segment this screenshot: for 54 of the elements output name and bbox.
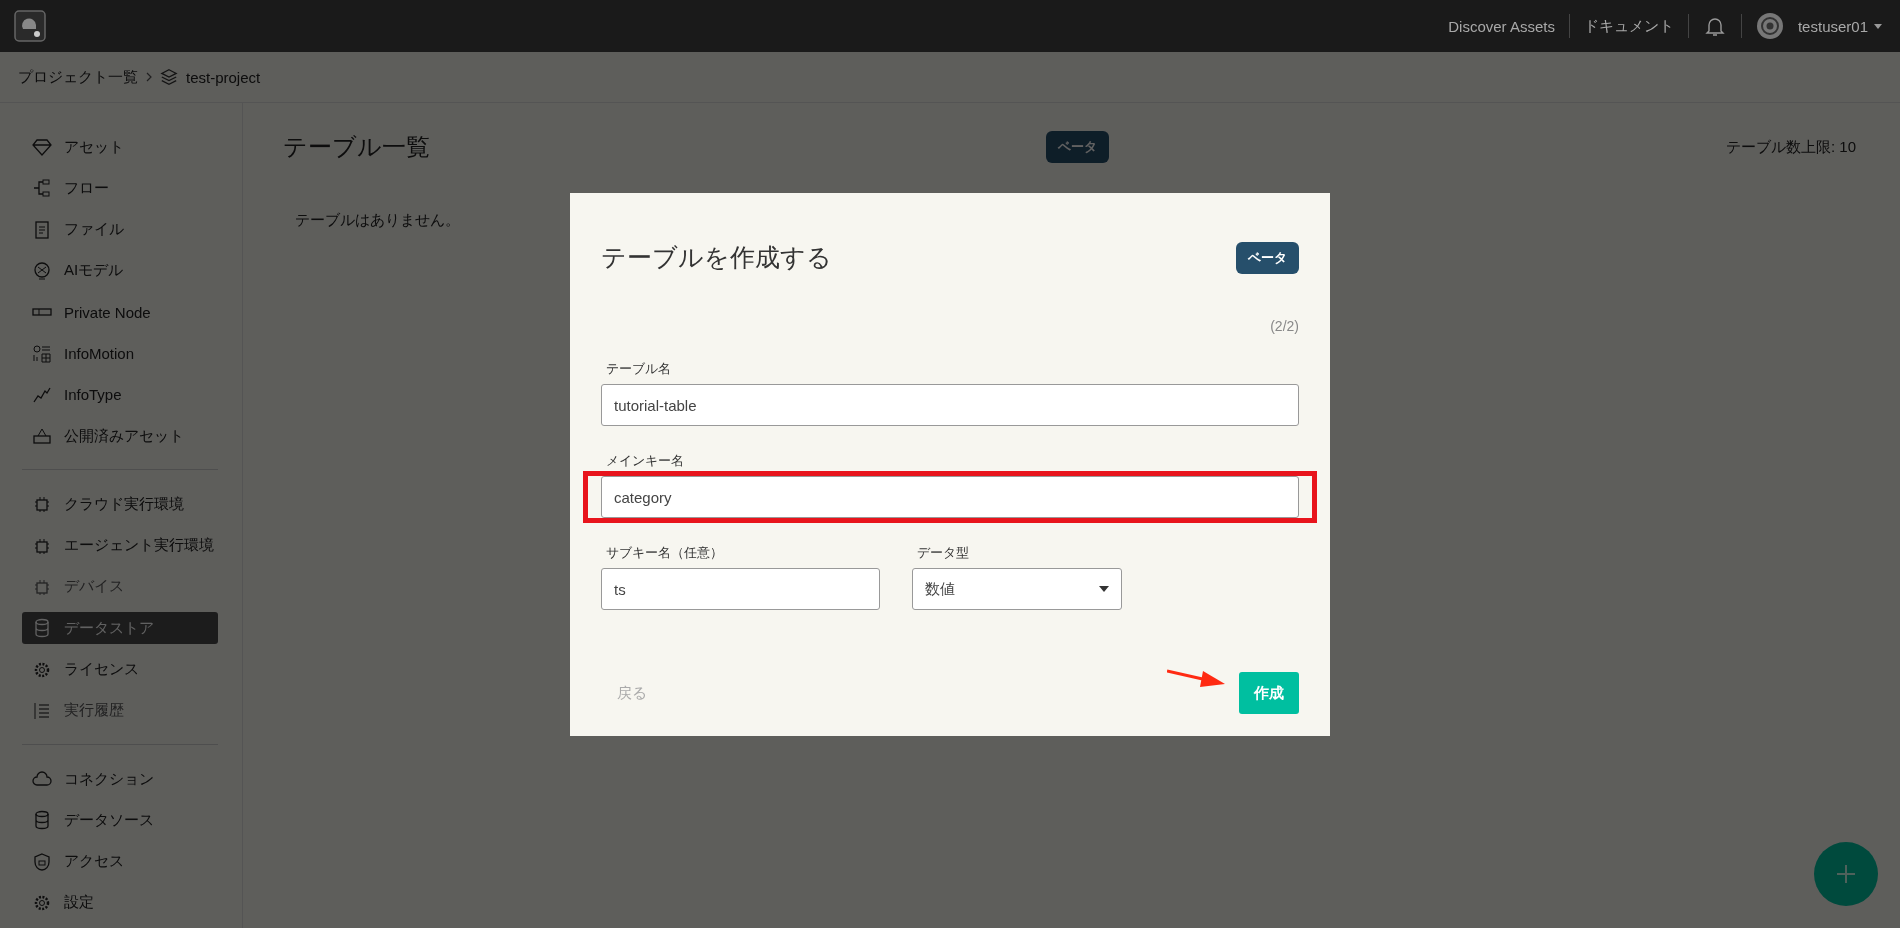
input-field[interactable]: ts [601,568,880,610]
document-icon [32,219,52,240]
chevron-icon [146,72,152,82]
caret-icon [1099,586,1109,592]
sidebar-item[interactable]: InfoMotion [22,337,218,370]
page-title: テーブル一覧 [283,132,430,162]
field-label: データ型 [917,544,970,562]
nav-link[interactable]: Discover Assets [1448,17,1555,35]
sidebar-item[interactable]: アクセス [22,845,218,878]
sidebar-item[interactable]: クラウド実行環境 [22,488,218,521]
plus-icon [1836,864,1856,884]
beta-badge: ベータ [1046,131,1110,163]
breadcrumb-link[interactable]: プロジェクト一覧 [18,67,138,87]
sidebar-item[interactable]: Private Node [22,296,218,329]
breadcrumb-link[interactable]: test-project [186,68,261,86]
box-icon [32,426,52,447]
sidebar-item[interactable]: 設定 [22,886,218,920]
sidebar-item[interactable]: コネクション [22,762,218,796]
sidebar-item[interactable]: データストア [22,612,218,645]
table-limit-text: テーブル数上限: 10 [1725,137,1856,157]
sidebar-item[interactable]: データソース [22,804,218,837]
nav-link[interactable]: ドキュメント [1583,16,1674,36]
input-field[interactable]: tutorial-table [601,384,1299,426]
create-button[interactable]: 作成 [1239,672,1299,714]
database-icon [32,618,52,639]
sidebar-item[interactable]: エージェント実行環境 [22,529,218,562]
shield-icon [32,851,52,872]
user-menu[interactable]: testuser01 [1797,17,1882,35]
data-type-dropdown[interactable]: 数値 [912,568,1122,610]
sidebar-item[interactable]: ファイル [22,213,218,246]
step-indicator: (2/2) [1269,318,1299,334]
input-field[interactable]: category [601,476,1299,518]
beta-badge: ベータ [1236,241,1299,274]
diamond-icon [32,137,52,158]
database-icon [32,810,52,831]
layers-icon [160,68,178,86]
field-label: テーブル名 [606,360,672,378]
chip-icon [32,494,52,515]
dialog-title: テーブルを作成する [601,242,832,273]
empty-message: テーブルはありません。 [295,211,461,230]
sidebar-item[interactable]: 公開済みアセット [22,419,218,453]
logo-icon[interactable] [14,10,46,42]
avatar-icon[interactable] [1755,12,1784,40]
sidebar-item[interactable]: アセット [22,131,218,164]
list-icon [32,700,52,721]
sidebar-item[interactable]: ライセンス [22,653,218,686]
grid-icon [32,343,52,364]
field-label: サブキー名（任意） [606,544,724,562]
sidebar-item[interactable]: InfoType [22,378,218,411]
nodes-icon [32,178,52,199]
sidebar-item[interactable]: AIモデル [22,254,218,288]
field-label: メインキー名 [606,452,685,470]
sidebar-item[interactable]: フロー [22,172,218,205]
caret-icon [1874,23,1882,29]
